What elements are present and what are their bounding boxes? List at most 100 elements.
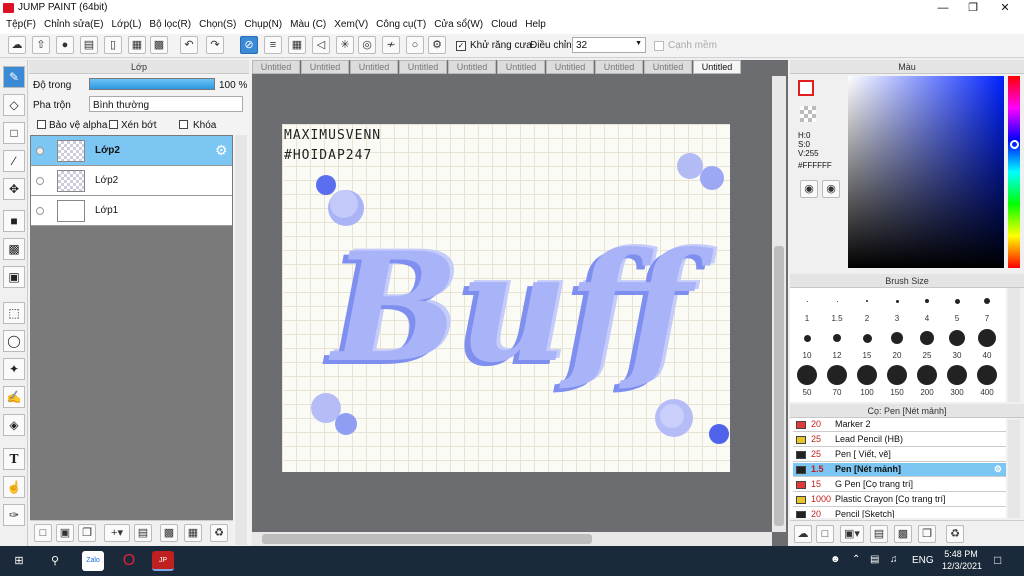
menu-cloud[interactable]: Cloud — [489, 16, 523, 34]
brush-item[interactable]: 1000 Plastic Crayon [Cọ trang trí] — [793, 493, 1006, 507]
visibility-icon[interactable] — [36, 147, 44, 155]
panel-icon[interactable]: ▦ — [128, 36, 146, 54]
magic-wand-icon[interactable]: ✦ — [3, 358, 25, 380]
rect-select-icon[interactable]: ⬚ — [3, 302, 25, 324]
jump-paint-taskbar-icon[interactable]: JP — [152, 551, 174, 571]
palette-edit-icon[interactable]: ◉ — [822, 180, 840, 198]
brush-item[interactable]: 25 Lead Pencil (HB) — [793, 433, 1006, 447]
brush-size-option[interactable]: 5 — [942, 290, 972, 326]
circle-snap-icon[interactable]: ○ — [406, 36, 424, 54]
new-folder-icon[interactable]: ▣ — [56, 524, 74, 542]
lasso-select-icon[interactable]: ◯ — [3, 330, 25, 352]
palette-icon[interactable]: ◉ — [800, 180, 818, 198]
snap-off-icon[interactable]: ⊘ — [240, 36, 258, 54]
eraser-tool-icon[interactable]: ◇ — [3, 94, 25, 116]
vertical-scrollbar[interactable] — [772, 76, 786, 532]
tab-untitled[interactable]: Untitled — [497, 60, 545, 74]
saturation-value-picker[interactable] — [848, 76, 1004, 268]
transparent-color-swatch[interactable] — [800, 106, 816, 122]
menu-layer[interactable]: Lớp(L) — [110, 16, 148, 34]
brush-size-option[interactable]: 2 — [852, 290, 882, 326]
notification-icon[interactable]: □ — [994, 553, 1001, 567]
vertical-scroll-thumb[interactable] — [774, 246, 784, 526]
clock-time[interactable]: 5:48 PM — [944, 549, 978, 559]
restore-icon[interactable]: ❐ — [958, 0, 988, 16]
merge-layer-icon[interactable]: ▩ — [160, 524, 178, 542]
visibility-icon[interactable] — [36, 207, 44, 215]
menu-edit[interactable]: Chỉnh sửa(E) — [42, 16, 110, 34]
layer-row[interactable]: Lớp1 — [31, 196, 232, 226]
tab-untitled[interactable]: Untitled — [448, 60, 496, 74]
brush-item[interactable]: 15 G Pen [Cọ trang trí] — [793, 478, 1006, 492]
brush-size-option[interactable]: 150 — [882, 364, 912, 400]
brush-size-option[interactable]: 200 — [912, 364, 942, 400]
upload-icon[interactable]: ⇧ — [32, 36, 50, 54]
brush-size-option[interactable]: 50 — [792, 364, 822, 400]
page-icon[interactable]: ▯ — [104, 36, 122, 54]
windows-start-icon[interactable]: ⊞ — [8, 551, 30, 571]
close-icon[interactable]: ✕ — [990, 0, 1020, 16]
drawing-canvas[interactable]: MAXIMUSVENN #HOIDAP247 Buff — [282, 124, 730, 472]
brush-tool-icon[interactable]: ✎ — [3, 66, 25, 88]
blend-select[interactable]: Bình thường — [89, 96, 243, 112]
gradient-tool-icon[interactable]: ▣ — [3, 266, 25, 288]
tab-untitled[interactable]: Untitled — [595, 60, 643, 74]
move-tool-icon[interactable]: ✥ — [3, 178, 25, 200]
tab-untitled[interactable]: Untitled — [350, 60, 398, 74]
clipping-checkbox[interactable] — [109, 120, 118, 129]
volume-icon[interactable]: ♫ — [890, 554, 898, 565]
brush-size-option[interactable]: 25 — [912, 327, 942, 363]
brush-item[interactable]: 25 Pen [ Viết, vẽ] — [793, 448, 1006, 462]
menu-select[interactable]: Chọn(S) — [197, 16, 242, 34]
menu-file[interactable]: Tệp(F) — [4, 16, 42, 34]
layer-settings-gear-icon[interactable]: ⚙ — [215, 142, 228, 159]
fill-rect-tool-icon[interactable]: ■ — [3, 210, 25, 232]
minimize-icon[interactable]: — — [928, 0, 958, 16]
hue-slider[interactable] — [1008, 76, 1020, 268]
grid-snap-icon[interactable]: ▦ — [288, 36, 306, 54]
grid-panel-icon[interactable]: ▩ — [150, 36, 168, 54]
smooth-edge-checkbox[interactable] — [654, 41, 664, 51]
menu-window[interactable]: Cửa sổ(W) — [432, 16, 489, 34]
tab-untitled[interactable]: Untitled — [644, 60, 692, 74]
menu-view[interactable]: Xem(V) — [332, 16, 374, 34]
folder-icon[interactable]: ▤ — [134, 524, 152, 542]
perspective-snap-icon[interactable]: ◁ — [312, 36, 330, 54]
brush-settings-gear-icon[interactable]: ⚙ — [994, 463, 1002, 476]
delete-layer-icon[interactable]: ♻ — [210, 524, 228, 542]
curve-snap-icon[interactable]: ≁ — [382, 36, 400, 54]
layer-row[interactable]: Lớp2 ⚙ — [31, 136, 232, 166]
select-eraser-icon[interactable]: ◈ — [3, 414, 25, 436]
brush-folder-icon[interactable]: ▩ — [894, 525, 912, 543]
brush-cloud-icon[interactable]: ☁ — [794, 525, 812, 543]
text-tool-icon[interactable]: T — [3, 448, 25, 470]
brush-size-option[interactable]: 12 — [822, 327, 852, 363]
layer-settings-icon[interactable]: ▦ — [184, 524, 202, 542]
brush-item[interactable]: 20 Pencil [Sketch] — [793, 508, 1006, 518]
brush-size-option[interactable]: 30 — [942, 327, 972, 363]
antialias-checkbox[interactable]: ✓ — [456, 41, 466, 51]
tab-untitled[interactable]: Untitled — [252, 60, 300, 74]
menu-filter[interactable]: Bộ lọc(R) — [147, 16, 197, 34]
speech-bubble-icon[interactable]: ● — [56, 36, 74, 54]
opacity-slider[interactable] — [89, 78, 215, 90]
tray-arrow-icon[interactable]: ⌃ — [852, 554, 860, 565]
brush-size-option[interactable]: 15 — [852, 327, 882, 363]
tab-untitled[interactable]: Untitled — [301, 60, 349, 74]
menu-help[interactable]: Help — [523, 16, 552, 34]
add-layer-menu-icon[interactable]: +▾ — [104, 524, 130, 542]
brush-size-option[interactable]: 10 — [792, 327, 822, 363]
brush-size-option[interactable]: 400 — [972, 364, 1002, 400]
brush-size-option[interactable]: 40 — [972, 327, 1002, 363]
brush-copy-icon[interactable]: ▤ — [870, 525, 888, 543]
undo-icon[interactable]: ↶ — [180, 36, 198, 54]
cloud-sync-icon[interactable]: ☁ — [8, 36, 26, 54]
foreground-color-swatch[interactable] — [798, 80, 814, 96]
visibility-icon[interactable] — [36, 177, 44, 185]
new-layer-icon[interactable]: □ — [34, 524, 52, 542]
clock-date[interactable]: 12/3/2021 — [940, 561, 984, 571]
parallel-snap-icon[interactable]: ≡ — [264, 36, 282, 54]
tab-untitled-active[interactable]: Untitled — [693, 60, 741, 74]
brush-item[interactable]: 20 Marker 2 — [793, 418, 1006, 432]
brush-size-scrollbar[interactable] — [1008, 288, 1020, 402]
